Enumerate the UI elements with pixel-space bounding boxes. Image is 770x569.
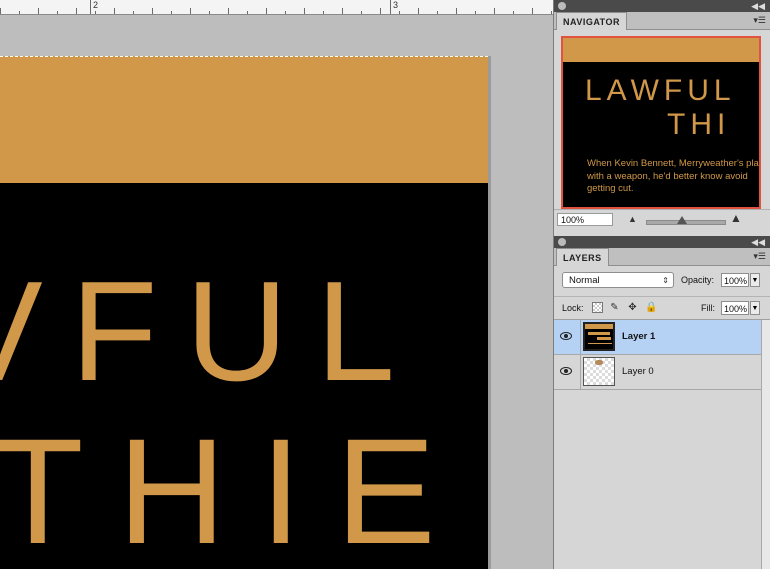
blend-mode-value: Normal [569, 275, 600, 286]
layer-row-layer-0[interactable]: Layer 0 [554, 355, 761, 390]
ruler-tick [152, 8, 153, 14]
chevron-updown-icon: ⇕ [662, 276, 669, 285]
ruler-tick [551, 11, 552, 14]
lock-transparent-icon[interactable] [592, 302, 603, 313]
ruler-tick [95, 11, 96, 14]
blend-opacity-row: Normal ⇕ Opacity: 100% ▼ [554, 270, 770, 292]
navigator-preview[interactable]: LAWFUL THI When Kevin Bennett, Merryweat… [561, 36, 761, 209]
lock-fill-row: Lock: ✎ ✥ 🔒 Fill: 100% ▼ [554, 296, 770, 320]
ruler-label-3: 3 [393, 0, 399, 10]
horizontal-ruler[interactable]: 2 3 [0, 0, 553, 15]
opacity-dropdown-button[interactable]: ▼ [750, 273, 760, 287]
lock-position-move-icon[interactable]: ✥ [627, 302, 638, 313]
opacity-input[interactable]: 100% [721, 273, 749, 287]
layer-row-layer-1[interactable]: Layer 1 [554, 320, 761, 355]
ruler-tick [76, 8, 77, 14]
opacity-label: Opacity: [681, 275, 715, 285]
ruler-tick [342, 8, 343, 14]
panel-close-dot[interactable] [558, 2, 566, 10]
ruler-major-tick [390, 0, 391, 14]
layer-list: Layer 1 Layer 0 [554, 320, 761, 569]
layers-scrollbar[interactable] [761, 320, 770, 569]
ruler-major-tick [90, 0, 91, 14]
zoom-input[interactable]: 100% [557, 213, 613, 226]
eye-icon [560, 332, 572, 340]
fill-dropdown-button[interactable]: ▼ [750, 301, 760, 315]
ruler-tick [57, 11, 58, 14]
ruler-tick [532, 8, 533, 14]
visibility-toggle[interactable] [554, 355, 581, 389]
document-title-line1: VFUL [0, 252, 423, 411]
panel-close-dot[interactable] [558, 238, 566, 246]
ruler-tick [475, 11, 476, 14]
ruler-tick [247, 11, 248, 14]
ruler-tick [209, 11, 210, 14]
ruler-tick [437, 11, 438, 14]
collapse-icon[interactable]: ◀◀ [751, 0, 765, 12]
fill-label: Fill: [701, 303, 715, 313]
ruler-tick [38, 8, 39, 14]
document-edge-shadow [488, 56, 491, 569]
layer-name: Layer 1 [622, 331, 656, 342]
zoom-slider-thumb[interactable] [677, 216, 687, 224]
ruler-tick [418, 8, 419, 14]
ruler-tick [323, 11, 324, 14]
ruler-tick [361, 11, 362, 14]
ruler-tick [133, 11, 134, 14]
navigator-panel-titlebar[interactable]: ◀◀ [554, 0, 770, 12]
eye-icon [560, 367, 572, 375]
lock-paint-brush-icon[interactable]: ✎ [609, 302, 620, 313]
panel-menu-icon[interactable]: ▾☰ [753, 15, 766, 26]
ruler-tick [114, 8, 115, 14]
mountain-large-icon[interactable]: ▲ [730, 211, 742, 225]
navigator-tabbar: NAVIGATOR ▾☰ [554, 12, 770, 30]
fill-input[interactable]: 100% [721, 301, 749, 315]
tab-layers[interactable]: LAYERS [556, 248, 609, 266]
layer-thumbnail [583, 357, 615, 386]
ruler-tick [494, 8, 495, 14]
lock-label: Lock: [562, 303, 584, 313]
panel-dock: ◀◀ NAVIGATOR ▾☰ LAWFUL THI When Kevin Be… [553, 0, 770, 569]
preview-title-line2: THI [667, 108, 731, 141]
mountain-small-icon[interactable]: ▲ [628, 214, 637, 224]
ruler-tick [456, 8, 457, 14]
ruler-tick [380, 8, 381, 14]
canvas-area[interactable]: VFUL THIE [0, 15, 553, 569]
collapse-icon[interactable]: ◀◀ [751, 236, 765, 248]
layer-name: Layer 0 [622, 366, 654, 377]
ruler-tick [171, 11, 172, 14]
ruler-tick [399, 11, 400, 14]
lock-all-icon[interactable]: 🔒 [645, 302, 657, 313]
ruler-tick [190, 8, 191, 14]
ruler-tick [266, 8, 267, 14]
navigator-body: LAWFUL THI When Kevin Bennett, Merryweat… [554, 30, 770, 210]
document-canvas[interactable]: VFUL THIE [0, 56, 488, 569]
navigator-controls: 100% ▲ ▲ [554, 209, 770, 230]
document-header-band [0, 56, 488, 183]
ruler-tick [513, 11, 514, 14]
blend-mode-select[interactable]: Normal ⇕ [562, 272, 674, 288]
panel-menu-icon[interactable]: ▾☰ [753, 251, 766, 262]
zoom-slider[interactable] [646, 216, 726, 225]
document-title-line2: THIE [0, 407, 470, 569]
preview-blurb: When Kevin Bennett, Merryweather's plays… [587, 158, 761, 194]
layers-panel-titlebar[interactable]: ◀◀ [554, 236, 770, 248]
ruler-tick [19, 11, 20, 14]
ruler-tick [304, 8, 305, 14]
ruler-label-2: 2 [93, 0, 99, 10]
ruler-tick [0, 8, 1, 14]
ruler-tick [228, 8, 229, 14]
ruler-tick [285, 11, 286, 14]
tab-navigator[interactable]: NAVIGATOR [556, 12, 628, 30]
preview-header-band [563, 38, 759, 62]
layers-tabbar: LAYERS ▾☰ [554, 248, 770, 266]
layer-thumbnail [583, 322, 615, 351]
layers-panel: ◀◀ LAYERS ▾☰ Normal ⇕ Opacity: 100% ▼ Lo… [554, 236, 770, 569]
visibility-toggle[interactable] [554, 320, 581, 354]
preview-title-line1: LAWFUL [585, 74, 736, 107]
